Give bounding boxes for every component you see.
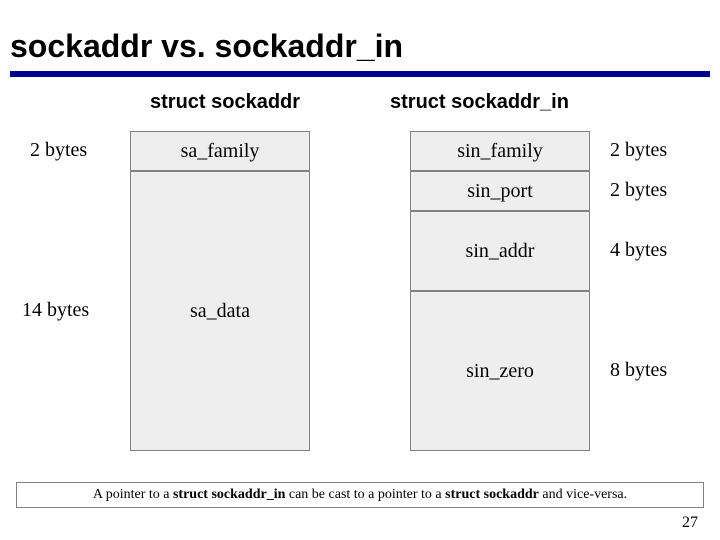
diagram-area: struct sockaddr struct sockaddr_in sa_fa… xyxy=(10,91,710,461)
field-sin-addr: sin_addr xyxy=(410,211,590,291)
footnote-bold-1: struct sockaddr_in xyxy=(173,487,285,502)
title-underline xyxy=(10,71,710,77)
field-sa-family: sa_family xyxy=(130,131,310,171)
size-sa-data: 14 bytes xyxy=(22,299,89,322)
field-sin-port: sin_port xyxy=(410,171,590,211)
size-sa-family: 2 bytes xyxy=(30,139,87,162)
page-number: 27 xyxy=(682,514,698,532)
footnote-bold-2: struct sockaddr xyxy=(445,487,539,502)
right-struct-header: struct sockaddr_in xyxy=(390,91,569,114)
slide-title: sockaddr vs. sockaddr_in xyxy=(0,0,720,71)
field-sa-data: sa_data xyxy=(130,171,310,451)
size-sin-port: 2 bytes xyxy=(610,179,667,202)
size-sin-family: 2 bytes xyxy=(610,139,667,162)
footnote: A pointer to a struct sockaddr_in can be… xyxy=(16,482,704,508)
footnote-text-1: A pointer to a xyxy=(93,487,173,502)
field-sin-zero: sin_zero xyxy=(410,291,590,451)
footnote-text-3: and vice-versa. xyxy=(539,487,627,502)
footnote-text-2: can be cast to a pointer to a xyxy=(285,487,445,502)
left-struct-header: struct sockaddr xyxy=(150,91,300,114)
field-sin-family: sin_family xyxy=(410,131,590,171)
size-sin-addr: 4 bytes xyxy=(610,239,667,262)
size-sin-zero: 8 bytes xyxy=(610,359,667,382)
